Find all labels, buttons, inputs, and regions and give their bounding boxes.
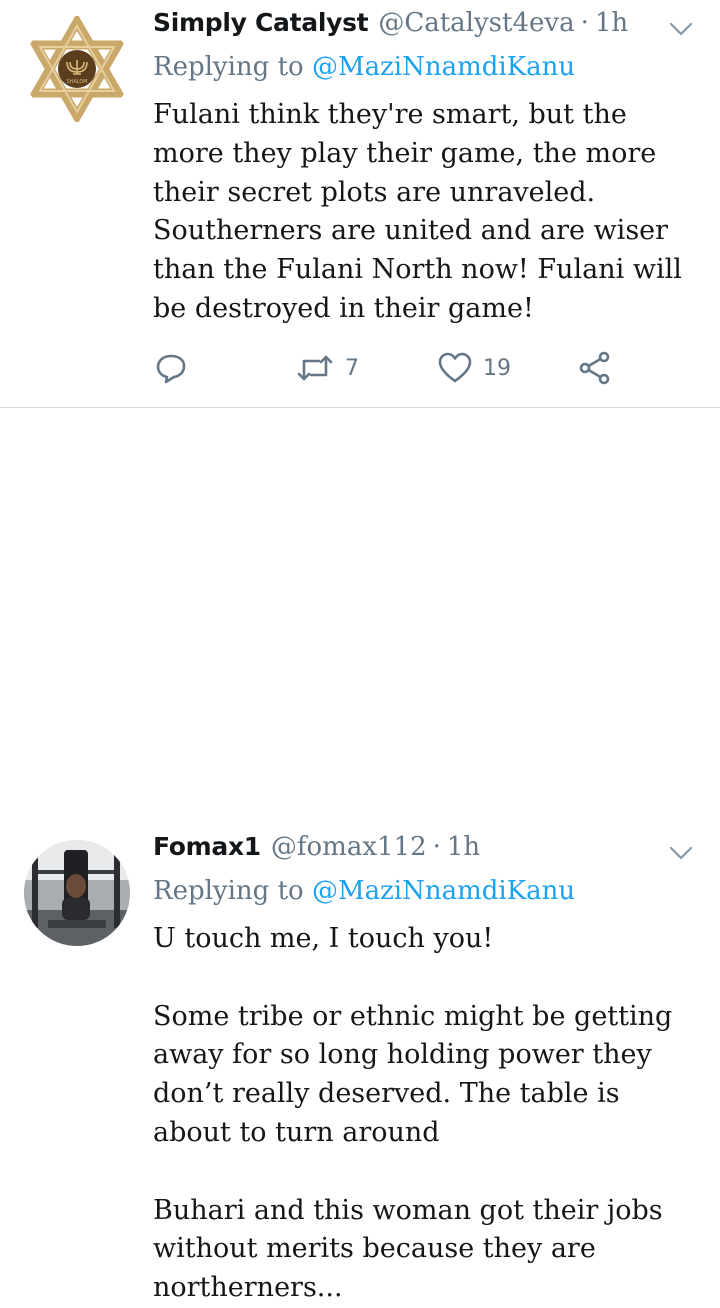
timestamp[interactable]: 1h xyxy=(447,832,480,862)
avatar[interactable] xyxy=(24,840,130,946)
chevron-down-icon[interactable] xyxy=(668,16,694,42)
share-button[interactable] xyxy=(577,348,613,388)
tweet-header: Fomax1 @fomax112 · 1h xyxy=(153,832,480,872)
mention-link[interactable]: @MaziNnamdiKanu xyxy=(312,52,575,82)
reply-button[interactable] xyxy=(153,348,189,388)
user-handle[interactable]: @Catalyst4eva xyxy=(378,8,574,38)
gym-photo-avatar xyxy=(24,840,130,946)
display-name[interactable]: Simply Catalyst xyxy=(153,8,369,37)
retweet-count: 7 xyxy=(345,355,359,381)
tweet-header: Simply Catalyst @Catalyst4eva · 1h xyxy=(153,8,628,48)
timestamp[interactable]: 1h xyxy=(595,8,628,38)
share-icon xyxy=(579,351,610,385)
like-count: 19 xyxy=(483,355,511,381)
like-button[interactable]: 19 xyxy=(437,348,511,388)
replying-prefix: Replying to xyxy=(153,876,304,906)
reply-icon xyxy=(156,354,186,384)
retweet-icon xyxy=(297,355,333,381)
separator: · xyxy=(432,832,441,862)
replying-prefix: Replying to xyxy=(153,52,304,82)
star-of-david-logo: SHALOM xyxy=(28,16,126,122)
avatar[interactable]: SHALOM xyxy=(24,16,130,122)
mention-link[interactable]: @MaziNnamdiKanu xyxy=(312,876,575,906)
separator: · xyxy=(580,8,589,38)
tweet[interactable]: SHALOM Simply Catalyst @Catalyst4eva · 1… xyxy=(0,0,720,408)
tweet-actions: 7 19 xyxy=(153,348,633,388)
tweet-text: U touch me, I touch you! Some tribe or e… xyxy=(153,923,673,1304)
replying-to: Replying to @MaziNnamdiKanu xyxy=(153,876,575,906)
tweet-text: Fulani think they're smart, but the more… xyxy=(153,99,682,324)
avatar-text: SHALOM xyxy=(66,79,87,85)
display-name[interactable]: Fomax1 xyxy=(153,832,261,861)
user-handle[interactable]: @fomax112 xyxy=(271,832,427,862)
heart-icon xyxy=(438,352,472,383)
tweet[interactable]: Fomax1 @fomax112 · 1h Replying to @MaziN… xyxy=(0,408,720,1303)
retweet-button[interactable]: 7 xyxy=(295,348,359,388)
chevron-down-icon[interactable] xyxy=(668,840,694,866)
replying-to: Replying to @MaziNnamdiKanu xyxy=(153,52,575,82)
